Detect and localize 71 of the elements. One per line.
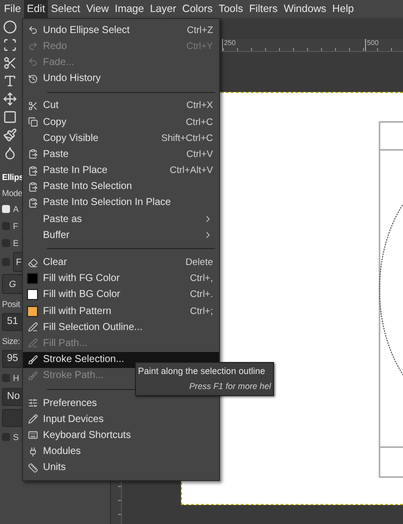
- menu-item[interactable]: Keyboard Shortcuts: [23, 427, 219, 444]
- menu-item[interactable]: Units: [23, 460, 219, 476]
- square-icon[interactable]: [3, 110, 17, 124]
- menu-item[interactable]: Fill Selection Outline...: [23, 319, 219, 336]
- menu-title[interactable]: Filters: [246, 0, 281, 18]
- menu-title[interactable]: Image: [112, 0, 147, 18]
- option-label: Size:: [2, 336, 20, 346]
- sliders-icon: [28, 398, 38, 408]
- checkbox[interactable]: [2, 205, 10, 213]
- menu-item[interactable]: Undo History: [23, 70, 219, 87]
- history-icon: [28, 74, 38, 84]
- ruler-icon: [28, 462, 38, 473]
- menu-item[interactable]: Copy Visible Shift+Ctrl+C: [23, 130, 219, 146]
- menu-item[interactable]: Buffer: [23, 227, 219, 244]
- menu-item[interactable]: Modules: [23, 444, 219, 460]
- menu-item[interactable]: Paste Into Selection In Place: [23, 194, 219, 212]
- menu-title[interactable]: Edit: [24, 0, 48, 18]
- menu-title[interactable]: Windows: [280, 0, 330, 18]
- menu-item[interactable]: Paste Into Selection: [23, 178, 219, 195]
- menu-title[interactable]: Colors: [179, 0, 216, 18]
- menu-item[interactable]: Input Devices: [23, 411, 219, 428]
- eraser-icon: [28, 258, 38, 268]
- menu-item[interactable]: Paste Ctrl+V: [23, 146, 219, 162]
- menu-title[interactable]: Help: [329, 0, 357, 18]
- menu-item[interactable]: Paste In Place Ctrl+Alt+V: [23, 162, 219, 179]
- menu-item[interactable]: Paste as: [23, 211, 219, 228]
- clipboard-icon: [28, 182, 38, 192]
- copy-icon: [28, 117, 38, 128]
- menu-title[interactable]: File: [1, 0, 24, 18]
- menu-item[interactable]: Fill with FG Color Ctrl+,: [23, 270, 219, 287]
- tooltip-text: Paint along the selection outline: [138, 366, 266, 376]
- clipboard-icon: [28, 149, 38, 160]
- option-label: A: [13, 204, 18, 214]
- brush-icon: [28, 370, 38, 381]
- option-label: Posit: [2, 298, 20, 308]
- clipboard-icon: [28, 198, 38, 208]
- menu-title[interactable]: Layer: [146, 0, 180, 18]
- menu-title[interactable]: Select: [48, 0, 84, 18]
- undo-icon: [28, 25, 38, 36]
- option-label: F: [13, 221, 18, 231]
- scissors-icon[interactable]: [3, 56, 17, 70]
- plug-icon: [28, 446, 38, 457]
- pen-icon: [28, 338, 38, 348]
- menu-item[interactable]: Preferences: [23, 394, 219, 412]
- pen-icon: [28, 322, 38, 332]
- droplet-icon[interactable]: [3, 146, 17, 160]
- select-icon[interactable]: [3, 38, 17, 52]
- pencil-icon: [28, 414, 38, 424]
- redo-icon: [28, 41, 38, 52]
- text-icon[interactable]: [3, 74, 17, 88]
- option-label: E: [13, 238, 18, 248]
- menu-item[interactable]: Copy Ctrl+C: [23, 114, 219, 130]
- menu-title[interactable]: Tools: [216, 0, 246, 18]
- option-label: H: [13, 373, 19, 383]
- move-icon[interactable]: [3, 92, 17, 106]
- brush-icon[interactable]: [3, 128, 17, 142]
- clipboard-icon: [28, 166, 38, 176]
- ellipse-icon[interactable]: [3, 20, 17, 34]
- option-label: Mode: [2, 188, 22, 198]
- undo-icon: [28, 57, 38, 68]
- menu-title[interactable]: View: [83, 0, 112, 18]
- tooltip-hint: Press F1 for more hel: [189, 381, 271, 391]
- menu-item[interactable]: Cut Ctrl+X: [23, 98, 219, 114]
- menu-item[interactable]: Clear Delete: [23, 254, 219, 271]
- menu-item[interactable]: Fill with BG Color Ctrl+.: [23, 286, 219, 303]
- option-label: S: [13, 432, 18, 442]
- brush-icon: [28, 354, 38, 365]
- menu-item[interactable]: Undo Ellipse Select Ctrl+Z: [23, 22, 219, 38]
- menu-item[interactable]: Fill with Pattern Ctrl+;: [23, 303, 219, 320]
- keyboard-icon: [28, 430, 38, 440]
- scissors-icon: [28, 100, 38, 111]
